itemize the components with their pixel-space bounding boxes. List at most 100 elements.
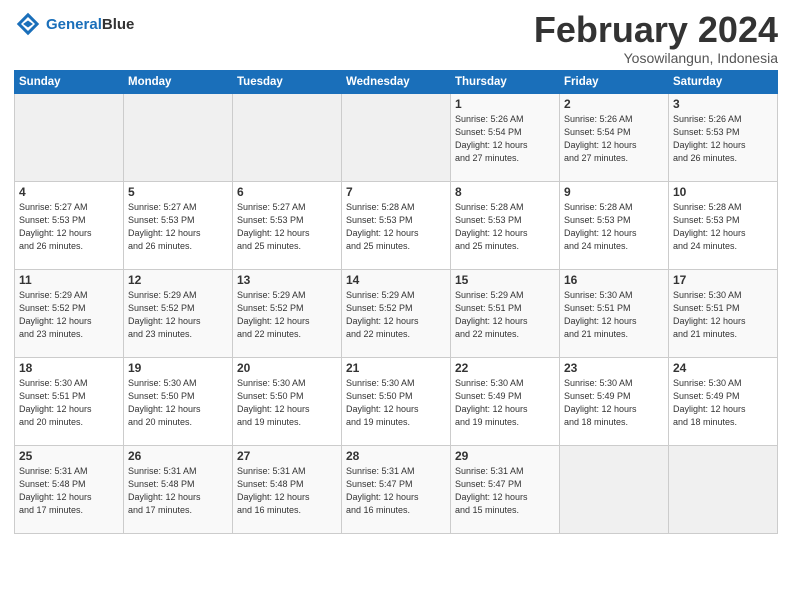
day-cell: 11Sunrise: 5:29 AM Sunset: 5:52 PM Dayli… [15,269,124,357]
day-cell: 12 Sunrise: 5:29 AM Sunset: 5:52 PM Dayli… [124,269,233,357]
day-cell: 22Sunrise: 5:30 AM Sunset: 5:49 PM Dayli… [451,357,560,445]
week-row-4: 18Sunrise: 5:30 AM Sunset: 5:51 PM Dayli… [15,357,778,445]
logo-line2: Blue [102,16,135,33]
header-row: GeneralBlue February 2024 Yosowilangun, … [14,10,778,66]
day-cell: 28 Sunrise: 5:31 AM Sunset: 5:47 PM Dayli… [342,445,451,533]
col-header-saturday: Saturday [669,70,778,93]
day-info: Sunrise: 5:29 AM Sunset: 5:51 PM Dayligh… [455,289,555,341]
col-header-tuesday: Tuesday [233,70,342,93]
header-row-days: SundayMondayTuesdayWednesdayThursdayFrid… [15,70,778,93]
day-number: 10 [673,185,773,199]
day-cell: 6 Sunrise: 5:27 AM Sunset: 5:53 PM Daylig… [233,181,342,269]
day-cell: 5 Sunrise: 5:27 AM Sunset: 5:53 PM Daylig… [124,181,233,269]
day-number: 16 [564,273,664,287]
day-cell: 4Sunrise: 5:27 AM Sunset: 5:53 PM Daylig… [15,181,124,269]
day-number: 15 [455,273,555,287]
day-number: 26 [128,449,228,463]
day-cell [669,445,778,533]
col-header-thursday: Thursday [451,70,560,93]
day-cell [560,445,669,533]
day-cell: 16 Sunrise: 5:30 AM Sunset: 5:51 PM Dayli… [560,269,669,357]
day-cell [15,93,124,181]
day-info: Sunrise: 5:27 AM Sunset: 5:53 PM Dayligh… [128,201,228,253]
day-info: Sunrise: 5:28 AM Sunset: 5:53 PM Dayligh… [564,201,664,253]
day-number: 9 [564,185,664,199]
day-info: Sunrise: 5:28 AM Sunset: 5:53 PM Dayligh… [346,201,446,253]
day-info: Sunrise: 5:26 AM Sunset: 5:54 PM Dayligh… [455,113,555,165]
day-number: 5 [128,185,228,199]
day-info: Sunrise: 5:30 AM Sunset: 5:49 PM Dayligh… [564,377,664,429]
day-cell: 13 Sunrise: 5:29 AM Sunset: 5:52 PM Dayli… [233,269,342,357]
day-info: Sunrise: 5:30 AM Sunset: 5:50 PM Dayligh… [237,377,337,429]
day-cell: 25Sunrise: 5:31 AM Sunset: 5:48 PM Dayli… [15,445,124,533]
day-cell: 7 Sunrise: 5:28 AM Sunset: 5:53 PM Daylig… [342,181,451,269]
day-number: 28 [346,449,446,463]
day-number: 3 [673,97,773,111]
day-cell: 27 Sunrise: 5:31 AM Sunset: 5:48 PM Dayli… [233,445,342,533]
day-cell: 23 Sunrise: 5:30 AM Sunset: 5:49 PM Dayli… [560,357,669,445]
day-cell: 8Sunrise: 5:28 AM Sunset: 5:53 PM Daylig… [451,181,560,269]
day-info: Sunrise: 5:30 AM Sunset: 5:51 PM Dayligh… [19,377,119,429]
day-info: Sunrise: 5:27 AM Sunset: 5:53 PM Dayligh… [237,201,337,253]
col-header-sunday: Sunday [15,70,124,93]
day-cell: 18Sunrise: 5:30 AM Sunset: 5:51 PM Dayli… [15,357,124,445]
day-cell: 17 Sunrise: 5:30 AM Sunset: 5:51 PM Dayli… [669,269,778,357]
day-info: Sunrise: 5:30 AM Sunset: 5:50 PM Dayligh… [128,377,228,429]
day-number: 22 [455,361,555,375]
day-cell: 10Sunrise: 5:28 AM Sunset: 5:53 PM Dayli… [669,181,778,269]
day-number: 7 [346,185,446,199]
logo: GeneralBlue [14,10,134,38]
day-number: 27 [237,449,337,463]
week-row-5: 25Sunrise: 5:31 AM Sunset: 5:48 PM Dayli… [15,445,778,533]
day-info: Sunrise: 5:31 AM Sunset: 5:48 PM Dayligh… [128,465,228,517]
day-cell [233,93,342,181]
day-cell [342,93,451,181]
day-number: 19 [128,361,228,375]
day-info: Sunrise: 5:31 AM Sunset: 5:48 PM Dayligh… [19,465,119,517]
day-cell: 3 Sunrise: 5:26 AM Sunset: 5:53 PM Daylig… [669,93,778,181]
day-number: 8 [455,185,555,199]
logo-line1: GeneralBlue [46,16,134,33]
day-number: 29 [455,449,555,463]
month-title: February 2024 [534,10,778,50]
day-info: Sunrise: 5:30 AM Sunset: 5:51 PM Dayligh… [673,289,773,341]
day-info: Sunrise: 5:30 AM Sunset: 5:51 PM Dayligh… [564,289,664,341]
day-info: Sunrise: 5:31 AM Sunset: 5:47 PM Dayligh… [455,465,555,517]
week-row-1: 1 Sunrise: 5:26 AM Sunset: 5:54 PM Daylig… [15,93,778,181]
day-cell: 15 Sunrise: 5:29 AM Sunset: 5:51 PM Dayli… [451,269,560,357]
day-cell: 9 Sunrise: 5:28 AM Sunset: 5:53 PM Daylig… [560,181,669,269]
day-cell: 19 Sunrise: 5:30 AM Sunset: 5:50 PM Dayli… [124,357,233,445]
day-info: Sunrise: 5:30 AM Sunset: 5:50 PM Dayligh… [346,377,446,429]
day-info: Sunrise: 5:31 AM Sunset: 5:47 PM Dayligh… [346,465,446,517]
day-number: 2 [564,97,664,111]
day-info: Sunrise: 5:30 AM Sunset: 5:49 PM Dayligh… [673,377,773,429]
day-number: 17 [673,273,773,287]
day-number: 24 [673,361,773,375]
logo-icon [14,10,42,38]
day-cell: 2 Sunrise: 5:26 AM Sunset: 5:54 PM Daylig… [560,93,669,181]
day-info: Sunrise: 5:29 AM Sunset: 5:52 PM Dayligh… [346,289,446,341]
day-info: Sunrise: 5:31 AM Sunset: 5:48 PM Dayligh… [237,465,337,517]
subtitle: Yosowilangun, Indonesia [534,50,778,66]
page-container: GeneralBlue February 2024 Yosowilangun, … [0,0,792,540]
day-cell: 1 Sunrise: 5:26 AM Sunset: 5:54 PM Daylig… [451,93,560,181]
week-row-2: 4Sunrise: 5:27 AM Sunset: 5:53 PM Daylig… [15,181,778,269]
day-number: 14 [346,273,446,287]
col-header-monday: Monday [124,70,233,93]
day-number: 12 [128,273,228,287]
day-number: 6 [237,185,337,199]
day-number: 1 [455,97,555,111]
day-number: 23 [564,361,664,375]
day-number: 21 [346,361,446,375]
day-info: Sunrise: 5:29 AM Sunset: 5:52 PM Dayligh… [237,289,337,341]
day-cell [124,93,233,181]
day-info: Sunrise: 5:26 AM Sunset: 5:53 PM Dayligh… [673,113,773,165]
day-cell: 26 Sunrise: 5:31 AM Sunset: 5:48 PM Dayli… [124,445,233,533]
day-cell: 29 Sunrise: 5:31 AM Sunset: 5:47 PM Dayli… [451,445,560,533]
week-row-3: 11Sunrise: 5:29 AM Sunset: 5:52 PM Dayli… [15,269,778,357]
col-header-wednesday: Wednesday [342,70,451,93]
day-number: 20 [237,361,337,375]
day-info: Sunrise: 5:29 AM Sunset: 5:52 PM Dayligh… [128,289,228,341]
day-number: 13 [237,273,337,287]
day-info: Sunrise: 5:26 AM Sunset: 5:54 PM Dayligh… [564,113,664,165]
